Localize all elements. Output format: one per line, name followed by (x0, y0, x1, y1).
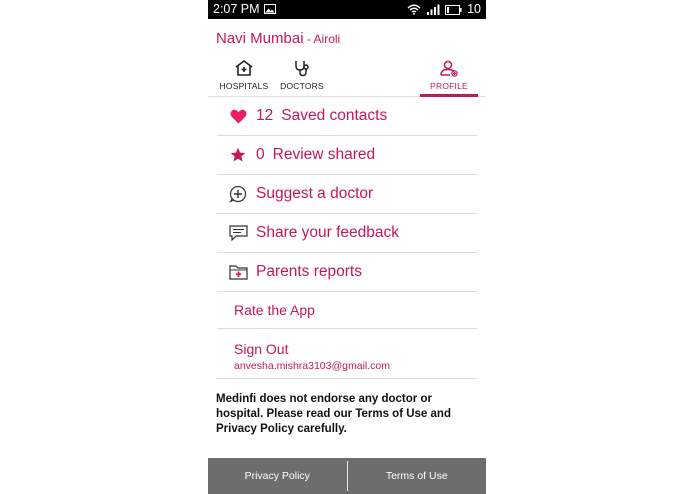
tab-bar: HOSPITALS DOCTORS PROFILE (208, 57, 486, 97)
heart-icon (227, 109, 249, 124)
review-shared-item[interactable]: 0 Review shared (217, 136, 477, 175)
parents-reports-label: Parents reports (256, 263, 362, 280)
suggest-doctor-label: Suggest a doctor (256, 185, 374, 202)
phone-screen: 2:07 PM 10 Navi Mumbai - Airoli HOSPITAL… (208, 0, 486, 494)
tab-doctors[interactable]: DOCTORS (278, 57, 326, 96)
folder-icon (227, 264, 249, 280)
review-shared-label: Review shared (272, 146, 376, 163)
review-shared-count: 0 (256, 146, 265, 163)
tab-hospitals-label: HOSPITALS (219, 81, 269, 91)
share-feedback-item[interactable]: Share your feedback (217, 214, 477, 253)
stethoscope-icon (295, 61, 309, 77)
profile-icon (440, 60, 458, 77)
wifi-icon (407, 4, 421, 15)
terms-of-use-link[interactable]: Terms of Use (348, 458, 487, 494)
area-name: Airoli (313, 32, 341, 46)
tab-hospitals[interactable]: HOSPITALS (219, 57, 269, 96)
parents-reports-item[interactable]: Parents reports (217, 253, 477, 292)
share-feedback-label: Share your feedback (256, 224, 400, 241)
hospital-icon (235, 60, 253, 76)
rate-app-item[interactable]: Rate the App (217, 292, 477, 329)
city-name: Navi Mumbai (216, 30, 304, 47)
account-email: anvesha.mishra3103@gmail.com (234, 360, 390, 372)
chat-icon (227, 224, 249, 242)
plus-circle-icon (227, 185, 249, 203)
profile-menu: 12 Saved contacts 0 Review shared Sugges… (217, 97, 477, 379)
privacy-policy-link[interactable]: Privacy Policy (208, 458, 347, 494)
status-right: 10 (407, 0, 481, 19)
saved-contacts-count: 12 (256, 107, 274, 124)
battery-icon (445, 4, 462, 15)
image-notification-icon (264, 4, 276, 14)
area-separator: - (303, 32, 314, 46)
status-bar: 2:07 PM 10 (208, 0, 486, 19)
tab-profile[interactable]: PROFILE (420, 57, 478, 97)
status-time: 2:07 PM (213, 2, 260, 16)
star-icon (227, 147, 249, 163)
suggest-doctor-item[interactable]: Suggest a doctor (217, 175, 477, 214)
saved-contacts-item[interactable]: 12 Saved contacts (217, 97, 477, 136)
saved-contacts-label: Saved contacts (281, 107, 388, 124)
location-header[interactable]: Navi Mumbai - Airoli (208, 19, 486, 57)
disclaimer-text: Medinfi does not endorse any doctor or h… (216, 393, 451, 435)
signal-icon (427, 4, 440, 15)
sign-out-label: Sign Out (234, 341, 289, 357)
sign-out-item[interactable]: Sign Out anvesha.mishra3103@gmail.com (217, 329, 477, 379)
battery-level: 10 (467, 2, 481, 16)
tab-profile-label: PROFILE (430, 81, 468, 91)
tab-doctors-label: DOCTORS (280, 81, 324, 91)
location-title[interactable]: Navi Mumbai - Airoli (216, 30, 340, 47)
rate-app-label: Rate the App (234, 302, 315, 318)
footer-bar: Privacy Policy Terms of Use (208, 458, 486, 494)
